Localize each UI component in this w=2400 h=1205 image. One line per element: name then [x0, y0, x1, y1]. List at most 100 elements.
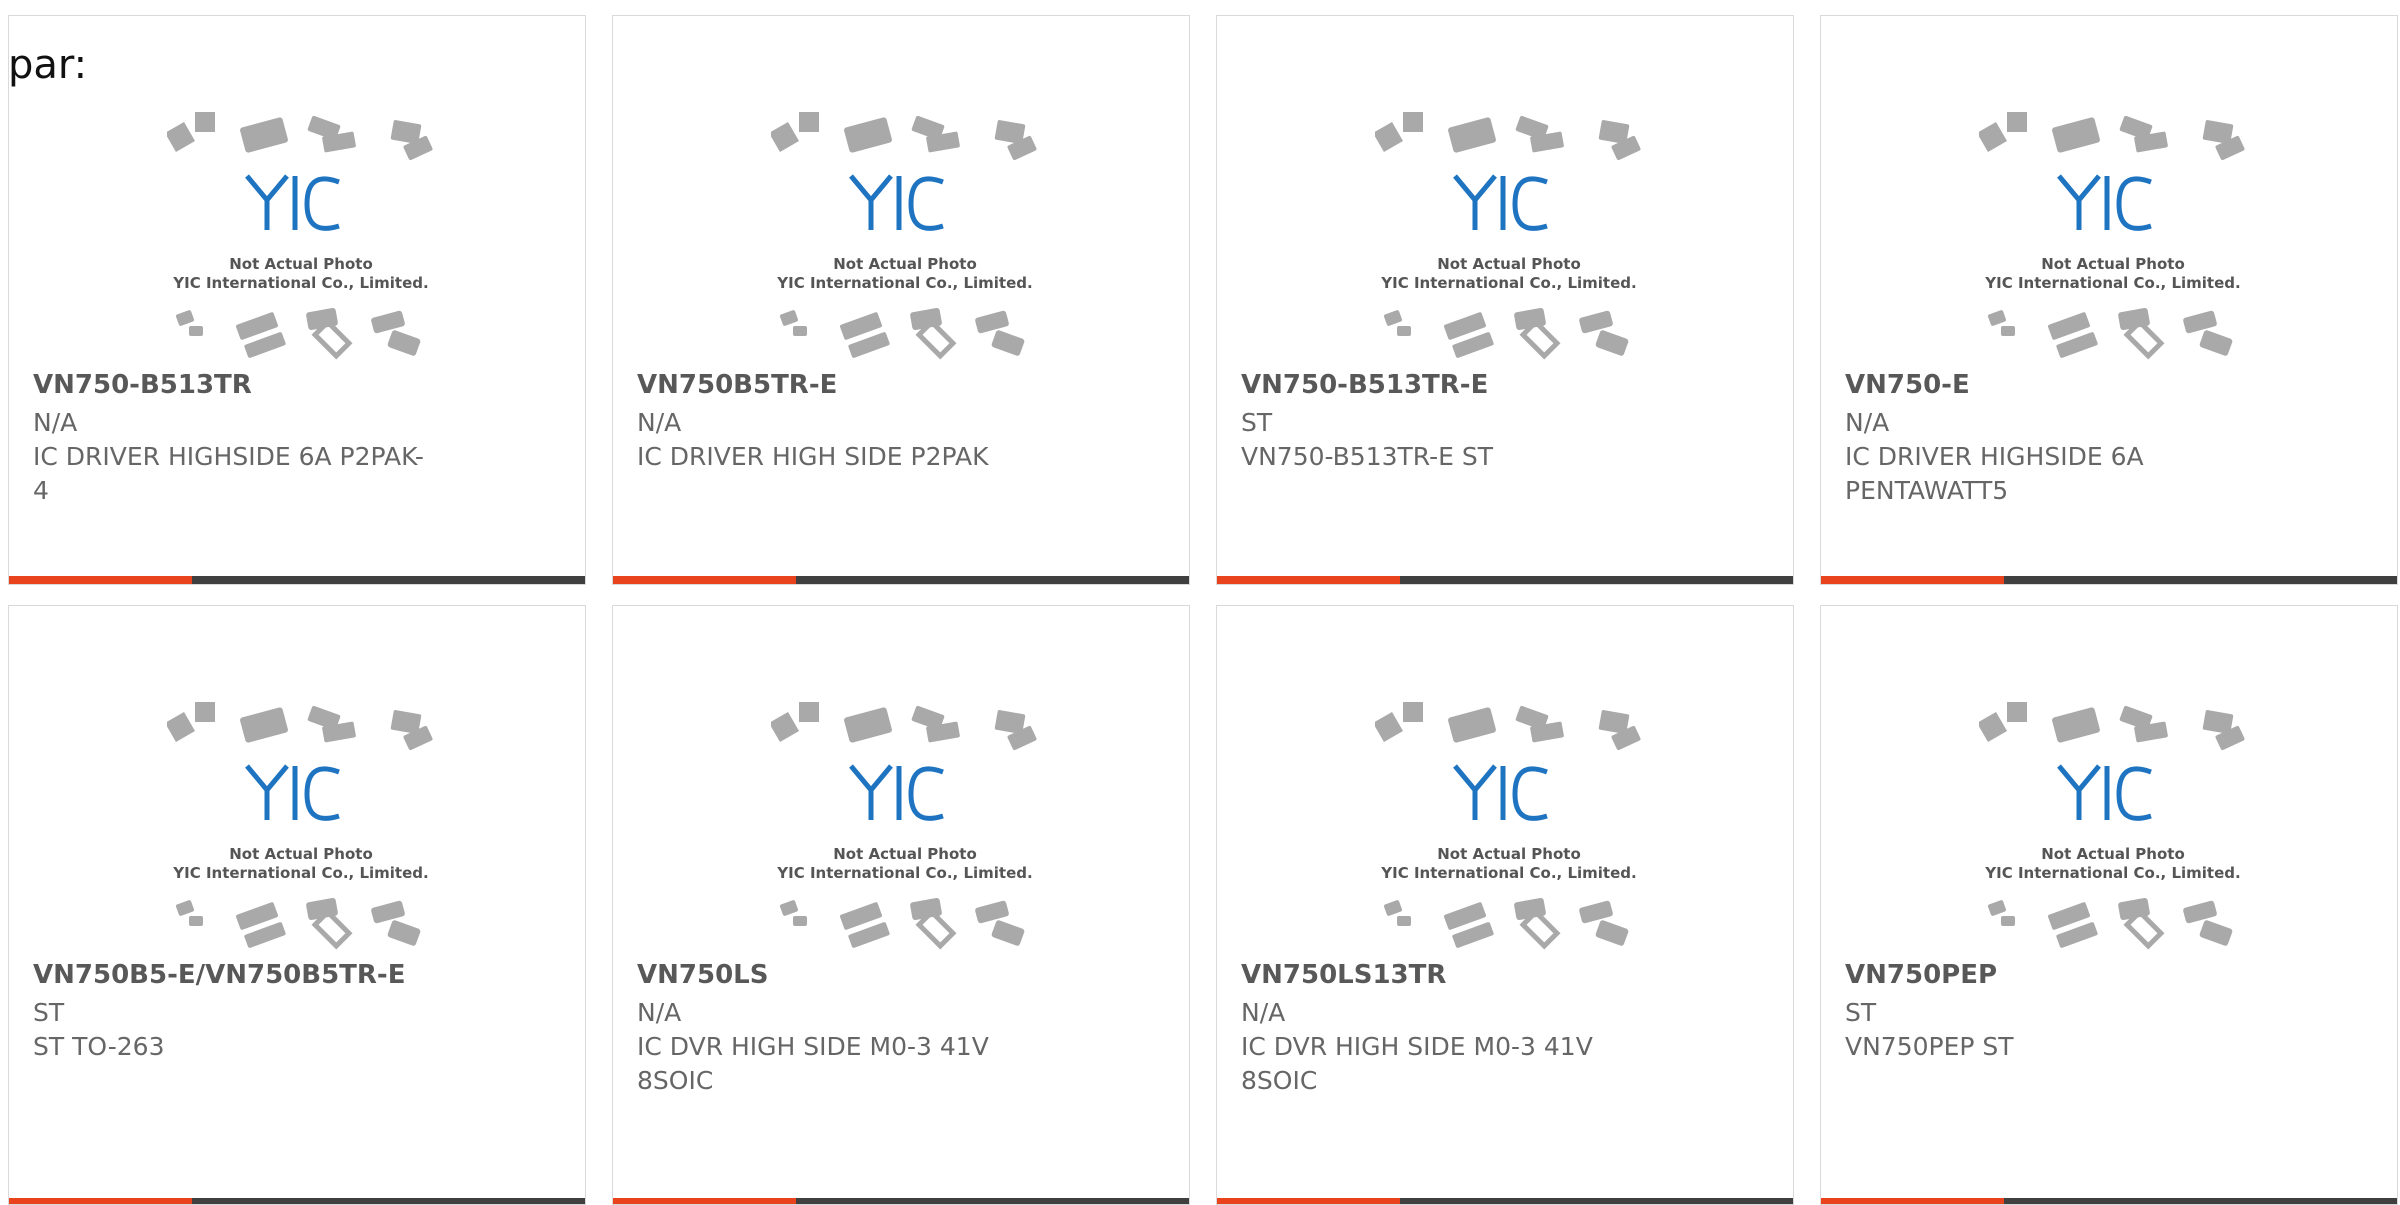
product-part-number[interactable]: VN750B5-E/VN750B5TR-E [33, 958, 553, 992]
photo-caption-line1: Not Actual Photo [1437, 255, 1581, 273]
chip-package-icons-top [164, 112, 433, 161]
product-description-line1: IC DRIVER HIGHSIDE 6A P2PAK- [33, 442, 424, 471]
product-description-line1: ST TO-263 [33, 1032, 165, 1061]
chip-package-icons-top [164, 702, 433, 751]
chip-package-icons-top [1976, 702, 2245, 751]
product-manufacturer: ST [1241, 408, 1273, 437]
product-description-line2: 8SOIC [1241, 1066, 1318, 1095]
card-accent-bar [613, 1198, 796, 1204]
product-manufacturer: N/A [1241, 998, 1286, 1027]
product-description-line1: IC DRIVER HIGH SIDE P2PAK [637, 442, 989, 471]
yic-logo [849, 174, 944, 231]
product-card[interactable]: Not Actual Photo YIC International Co., … [8, 15, 586, 585]
card-accent-bar [613, 576, 796, 584]
yic-logo [849, 764, 944, 821]
product-description: IC DVR HIGH SIDE M0-3 41V 8SOIC [1241, 1030, 1681, 1098]
photo-caption-line1: Not Actual Photo [2041, 255, 2185, 273]
product-part-number[interactable]: VN750LS13TR [1241, 958, 1761, 992]
product-manufacturer: N/A [637, 998, 682, 1027]
chip-package-icons-top [1372, 702, 1641, 751]
product-part-number[interactable]: VN750-B513TR-E [1241, 368, 1761, 402]
card-divider-bar [9, 576, 585, 584]
chip-package-icons-top [768, 702, 1037, 751]
photo-caption-line2: YIC International Co., Limited. [172, 274, 428, 292]
card-accent-bar [9, 1198, 192, 1204]
photo-caption-line2: YIC International Co., Limited. [776, 274, 1032, 292]
product-part-number[interactable]: VN750LS [637, 958, 1157, 992]
not-actual-photo-image: Not Actual Photo YIC International Co., … [164, 702, 435, 952]
chip-package-icons-bottom [175, 898, 421, 950]
photo-caption-line2: YIC International Co., Limited. [1984, 274, 2240, 292]
product-card[interactable]: Not Actual Photo YIC International Co., … [1820, 605, 2398, 1205]
product-part-number[interactable]: VN750-E [1845, 368, 2365, 402]
chip-package-icons-top [768, 112, 1037, 161]
product-description-line1: IC DVR HIGH SIDE M0-3 41V [1241, 1032, 1593, 1061]
product-card[interactable]: Not Actual Photo YIC International Co., … [612, 15, 1190, 585]
card-accent-bar [1821, 1198, 2004, 1204]
chip-package-icons-bottom [1987, 898, 2233, 950]
product-description: ST TO-263 [33, 1030, 473, 1064]
card-divider-bar [613, 576, 1189, 584]
card-divider-bar [1217, 1198, 1793, 1204]
product-description: IC DRIVER HIGHSIDE 6A PENTAWATT5 [1845, 440, 2285, 508]
photo-caption-line1: Not Actual Photo [2041, 845, 2185, 863]
product-description-line1: VN750PEP ST [1845, 1032, 2014, 1061]
photo-caption-line2: YIC International Co., Limited. [172, 864, 428, 882]
card-divider-bar [9, 1198, 585, 1204]
not-actual-photo-image: Not Actual Photo YIC International Co., … [1976, 702, 2247, 952]
product-description-line2: PENTAWATT5 [1845, 476, 2009, 505]
yic-logo [2057, 764, 2152, 821]
photo-caption-line1: Not Actual Photo [833, 845, 977, 863]
product-manufacturer: ST [33, 998, 65, 1027]
yic-logo [245, 174, 340, 231]
product-card[interactable]: Not Actual Photo YIC International Co., … [1820, 15, 2398, 585]
not-actual-photo-image: Not Actual Photo YIC International Co., … [768, 702, 1039, 952]
product-part-number[interactable]: VN750PEP [1845, 958, 2365, 992]
chip-package-icons-bottom [175, 308, 421, 360]
chip-package-icons-top [1372, 112, 1641, 161]
product-card[interactable]: Not Actual Photo YIC International Co., … [612, 605, 1190, 1205]
product-description-line2: 4 [33, 476, 49, 505]
chip-package-icons-bottom [1987, 308, 2233, 360]
photo-caption-line2: YIC International Co., Limited. [1984, 864, 2240, 882]
product-part-number[interactable]: VN750-B513TR [33, 368, 553, 402]
not-actual-photo-image: Not Actual Photo YIC International Co., … [1372, 112, 1643, 362]
product-card[interactable]: Not Actual Photo YIC International Co., … [1216, 15, 1794, 585]
card-divider-bar [1217, 576, 1793, 584]
chip-package-icons-bottom [779, 308, 1025, 360]
chip-package-icons-bottom [779, 898, 1025, 950]
card-accent-bar [1217, 576, 1400, 584]
chip-package-icons-bottom [1383, 898, 1629, 950]
photo-caption-line1: Not Actual Photo [229, 845, 373, 863]
photo-caption-line2: YIC International Co., Limited. [776, 864, 1032, 882]
not-actual-photo-image: Not Actual Photo YIC International Co., … [768, 112, 1039, 362]
not-actual-photo-image: Not Actual Photo YIC International Co., … [164, 112, 435, 362]
product-card[interactable]: Not Actual Photo YIC International Co., … [1216, 605, 1794, 1205]
card-accent-bar [1821, 576, 2004, 584]
photo-caption-line2: YIC International Co., Limited. [1380, 864, 1636, 882]
photo-caption-line1: Not Actual Photo [229, 255, 373, 273]
card-accent-bar [9, 576, 192, 584]
product-manufacturer: ST [1845, 998, 1877, 1027]
page-fragment-text: par: [8, 42, 88, 88]
product-description-line2: 8SOIC [637, 1066, 714, 1095]
product-manufacturer: N/A [637, 408, 682, 437]
yic-logo [1453, 174, 1548, 231]
product-manufacturer: N/A [1845, 408, 1890, 437]
yic-logo [2057, 174, 2152, 231]
product-description: VN750-B513TR-E ST [1241, 440, 1681, 474]
not-actual-photo-image: Not Actual Photo YIC International Co., … [1976, 112, 2247, 362]
product-manufacturer: N/A [33, 408, 78, 437]
product-description: IC DVR HIGH SIDE M0-3 41V 8SOIC [637, 1030, 1077, 1098]
yic-logo [1453, 764, 1548, 821]
not-actual-photo-image: Not Actual Photo YIC International Co., … [1372, 702, 1643, 952]
product-card[interactable]: Not Actual Photo YIC International Co., … [8, 605, 586, 1205]
card-divider-bar [1821, 576, 2397, 584]
photo-caption-line1: Not Actual Photo [1437, 845, 1581, 863]
product-description: IC DRIVER HIGHSIDE 6A P2PAK- 4 [33, 440, 473, 508]
card-divider-bar [613, 1198, 1189, 1204]
product-part-number[interactable]: VN750B5TR-E [637, 368, 1157, 402]
chip-package-icons-bottom [1383, 308, 1629, 360]
yic-logo [245, 764, 340, 821]
product-description-line1: VN750-B513TR-E ST [1241, 442, 1494, 471]
